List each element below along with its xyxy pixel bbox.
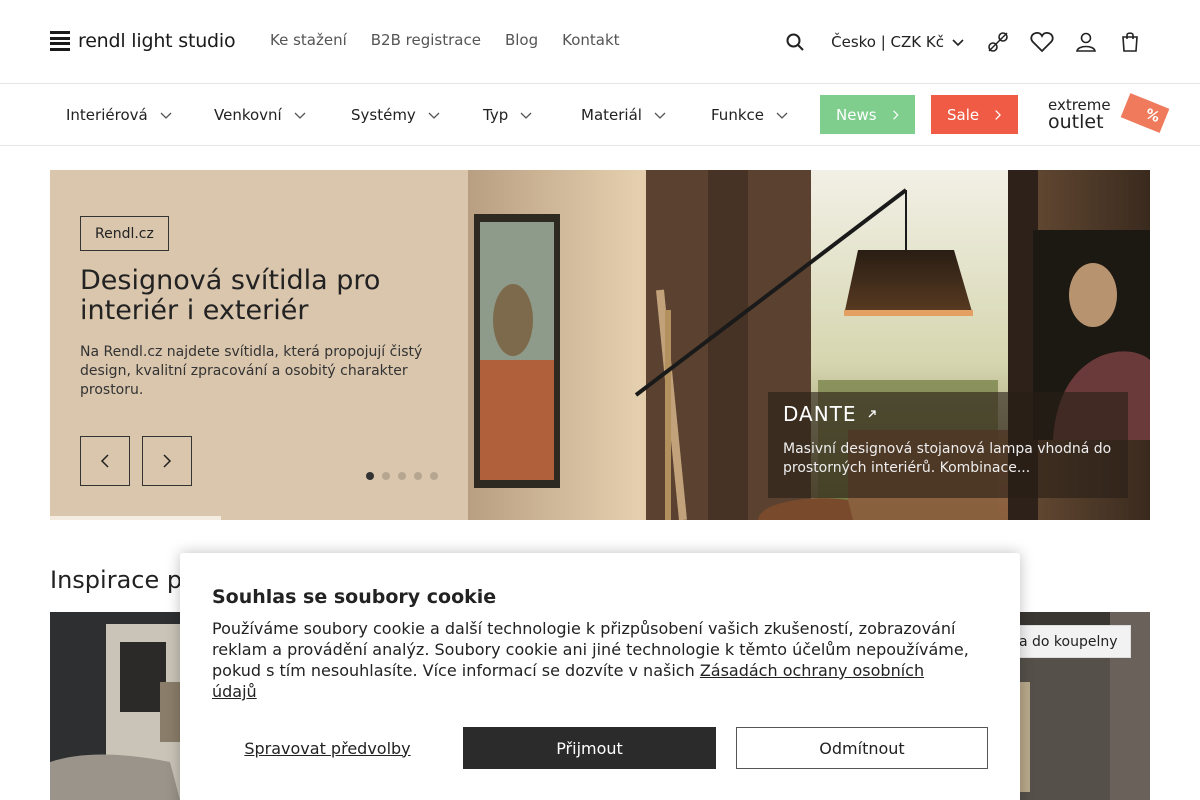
chevron-down-icon xyxy=(776,112,788,119)
chevron-down-icon xyxy=(428,112,440,119)
outlet-line2: outlet xyxy=(1048,111,1104,133)
chevron-down-icon xyxy=(160,112,172,119)
search-icon[interactable] xyxy=(781,28,809,56)
locale-label: Česko | CZK Kč xyxy=(831,33,944,51)
chevron-left-icon xyxy=(100,454,109,468)
chevron-down-icon xyxy=(952,39,964,47)
product-card[interactable]: DANTE Masivní designová stojanová lampa … xyxy=(768,392,1128,498)
chevron-right-icon xyxy=(163,454,172,468)
category-outdoor[interactable]: Venkovní xyxy=(214,106,308,124)
user-icon[interactable] xyxy=(1072,28,1100,56)
hero-chip[interactable]: Rendl.cz xyxy=(80,216,169,251)
header-actions: Česko | CZK Kč xyxy=(781,28,1144,56)
category-label: Interiérová xyxy=(66,106,148,124)
sale-button[interactable]: Sale xyxy=(931,95,1018,134)
inspiration-title: Inspirace p xyxy=(50,566,183,594)
hero-image: DANTE Masivní designová stojanová lampa … xyxy=(468,170,1150,520)
chevron-down-icon xyxy=(654,112,666,119)
product-name: DANTE xyxy=(783,402,857,426)
manage-preferences-button[interactable]: Spravovat předvolby xyxy=(212,727,443,769)
category-label: Materiál xyxy=(581,106,642,124)
slider-dot[interactable] xyxy=(382,472,390,480)
logo-icon xyxy=(50,31,70,51)
hero-title: Designová svítidla pro interiér i exteri… xyxy=(80,265,381,326)
nav-b2b-registration[interactable]: B2B registrace xyxy=(371,31,481,49)
news-button[interactable]: News xyxy=(820,95,915,134)
chevron-right-icon xyxy=(995,109,1002,120)
category-function[interactable]: Funkce xyxy=(711,106,790,124)
category-label: Venkovní xyxy=(214,106,282,124)
outlet-tag-label: % xyxy=(1142,105,1162,127)
slider-progress-bar xyxy=(50,516,221,520)
accept-button[interactable]: Přijmout xyxy=(463,727,716,769)
cookie-text: Používáme soubory cookie a další technol… xyxy=(212,618,972,702)
slider-dot[interactable] xyxy=(430,472,438,480)
locale-selector[interactable]: Česko | CZK Kč xyxy=(831,33,966,51)
slider-dot[interactable] xyxy=(398,472,406,480)
sale-label: Sale xyxy=(947,105,980,124)
category-label: Funkce xyxy=(711,106,764,124)
nav-contact[interactable]: Kontakt xyxy=(562,31,619,49)
category-label: Typ xyxy=(483,106,509,124)
hero-description: Na Rendl.cz najdete svítidla, která prop… xyxy=(80,344,423,398)
heart-icon[interactable] xyxy=(1028,28,1056,56)
category-type[interactable]: Typ xyxy=(483,106,534,124)
cookie-consent-dialog: Souhlas se soubory cookie Používáme soub… xyxy=(180,553,1020,800)
top-nav: Ke stažení B2B registrace Blog Kontakt xyxy=(270,31,620,49)
category-systems[interactable]: Systémy xyxy=(351,106,442,124)
percent-tag-icon: % xyxy=(1120,93,1170,133)
slider-dot[interactable] xyxy=(366,472,374,480)
slider-next-button[interactable] xyxy=(142,436,192,486)
logo-text: rendl light studio xyxy=(78,30,236,52)
hero-text-panel: Rendl.cz Designová svítidla pro interiér… xyxy=(50,170,468,520)
nav-blog[interactable]: Blog xyxy=(505,31,538,49)
category-label: Systémy xyxy=(351,106,416,124)
cookie-title: Souhlas se soubory cookie xyxy=(212,586,497,608)
extreme-outlet-link[interactable]: extreme outlet % xyxy=(1048,93,1170,136)
product-description: Masivní designová stojanová lampa vhodná… xyxy=(783,441,1112,476)
logo[interactable]: rendl light studio xyxy=(50,30,236,52)
arrow-up-right-icon xyxy=(868,410,876,418)
reject-button[interactable]: Odmítnout xyxy=(736,727,988,769)
chevron-down-icon xyxy=(520,112,532,119)
slider-dot[interactable] xyxy=(414,472,422,480)
chevron-right-icon xyxy=(892,109,899,120)
slider-prev-button[interactable] xyxy=(80,436,130,486)
compare-icon[interactable] xyxy=(984,28,1012,56)
cart-icon[interactable] xyxy=(1116,28,1144,56)
hero-slider: Rendl.cz Designová svítidla pro interiér… xyxy=(50,170,1150,520)
category-material[interactable]: Materiál xyxy=(581,106,668,124)
chevron-down-icon xyxy=(294,112,306,119)
slider-dots xyxy=(366,472,438,480)
news-label: News xyxy=(836,105,877,124)
nav-downloads[interactable]: Ke stažení xyxy=(270,31,347,49)
category-nav: Interiérová Venkovní Systémy Typ Materiá… xyxy=(0,84,1200,146)
category-interior[interactable]: Interiérová xyxy=(66,106,174,124)
top-header: rendl light studio Ke stažení B2B regist… xyxy=(0,0,1200,84)
